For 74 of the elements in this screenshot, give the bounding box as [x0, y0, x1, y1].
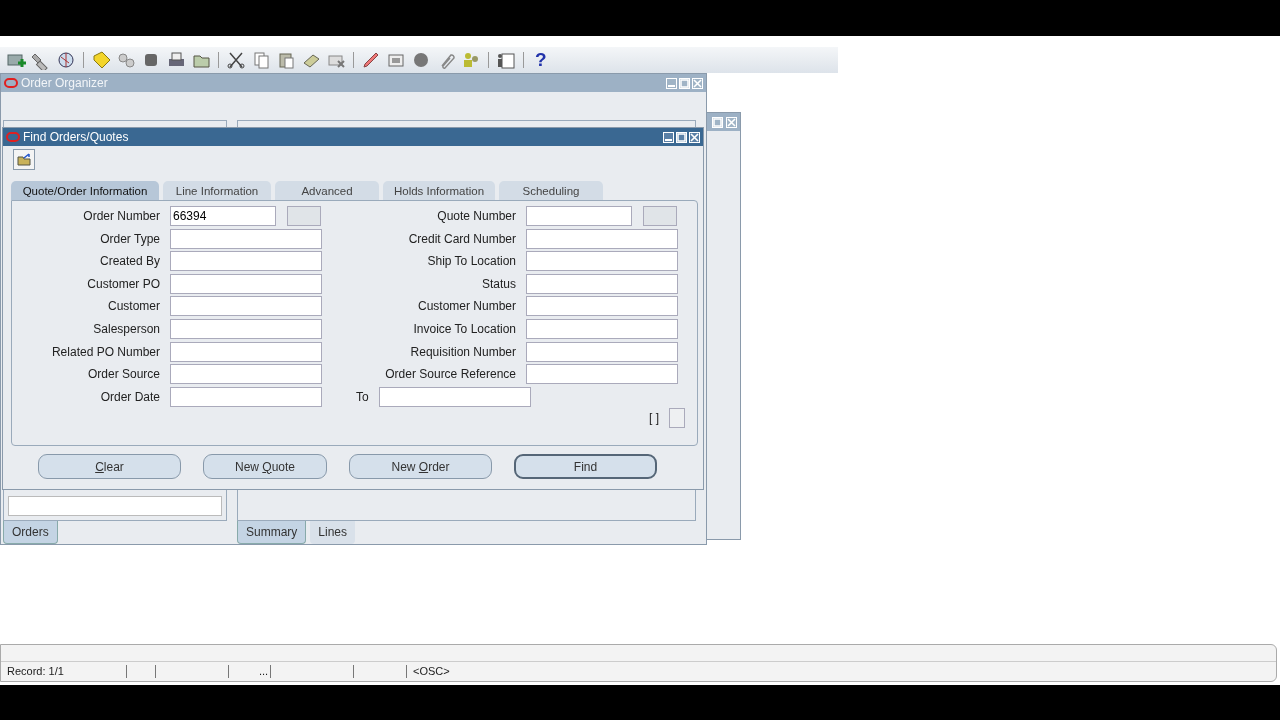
folder-icon[interactable] — [13, 149, 35, 170]
maximize-button[interactable] — [676, 131, 687, 143]
checkbox[interactable] — [669, 408, 685, 428]
field-label: Order Date — [99, 389, 160, 404]
logo-icon — [6, 132, 20, 142]
window-title: Order Organizer — [21, 76, 109, 90]
field-label: Requisition Number — [409, 344, 516, 359]
text-field[interactable] — [170, 251, 322, 272]
text-field[interactable] — [526, 251, 678, 272]
tab[interactable]: Orders — [3, 521, 58, 544]
people-icon[interactable] — [461, 50, 481, 70]
help-button[interactable]: ? — [531, 50, 551, 70]
text-field[interactable] — [526, 206, 632, 226]
window-title: Find Orders/Quotes — [23, 130, 130, 144]
logo-icon — [4, 78, 18, 88]
text-field[interactable] — [526, 228, 678, 249]
text-field[interactable] — [170, 386, 322, 407]
window-icon[interactable] — [496, 50, 516, 70]
field-label: Created By — [98, 254, 160, 269]
field-label: Order Type — [99, 231, 160, 246]
field-label: Order Source — [86, 367, 160, 382]
text-field[interactable] — [526, 318, 678, 339]
text-field[interactable] — [170, 228, 322, 249]
pencil-icon[interactable] — [361, 50, 381, 70]
field-label: Order Number — [82, 209, 160, 223]
field-label: Invoice To Location — [412, 321, 516, 336]
close-button[interactable] — [689, 131, 700, 143]
status-text: <OSC> — [412, 664, 451, 678]
field-label: Customer — [107, 299, 160, 314]
text-field[interactable] — [170, 341, 322, 362]
text-field[interactable] — [378, 386, 531, 407]
text-field[interactable] — [526, 273, 678, 294]
field-label: Ship To Location — [426, 254, 516, 269]
lov-box[interactable] — [643, 206, 677, 226]
text-field[interactable]: 66394 — [170, 206, 276, 226]
text-field[interactable] — [526, 296, 678, 317]
field-label: Status — [480, 276, 516, 291]
tab[interactable]: Scheduling — [499, 181, 603, 200]
field-label: Customer PO — [86, 276, 160, 291]
text-field[interactable] — [170, 364, 322, 385]
minimize-button[interactable] — [663, 131, 674, 143]
action-button[interactable]: Find — [514, 454, 657, 479]
field-label: Customer Number — [416, 299, 516, 314]
field-label: Credit Card Number — [407, 231, 516, 246]
text-field[interactable] — [170, 296, 322, 317]
lov-box[interactable] — [287, 206, 321, 226]
scissors-icon[interactable] — [226, 50, 246, 70]
field-label: Order Source Reference — [384, 367, 516, 382]
field-label: Salesperson — [92, 321, 160, 336]
status-text: ... — [253, 664, 271, 678]
ball-icon[interactable] — [411, 50, 431, 70]
globe-icon[interactable] — [56, 50, 76, 70]
tab[interactable]: Line Information — [163, 181, 271, 200]
tab[interactable]: Summary — [237, 521, 307, 544]
action-button[interactable]: New Order — [349, 454, 492, 479]
list-field[interactable] — [8, 496, 222, 516]
tab[interactable]: Quote/Order Information — [11, 181, 159, 200]
field-label: To — [356, 389, 369, 404]
copy-icon[interactable] — [251, 50, 271, 70]
paste-icon[interactable] — [276, 50, 296, 70]
text-field[interactable] — [170, 273, 322, 294]
field-label: Related PO Number — [50, 344, 160, 359]
tab[interactable]: Lines — [310, 521, 356, 544]
tab[interactable]: Advanced — [275, 181, 379, 200]
text-field[interactable] — [170, 318, 322, 339]
action-button[interactable]: New Quote — [203, 454, 327, 479]
tab[interactable]: Holds Information — [383, 181, 495, 200]
text-field[interactable] — [526, 364, 678, 385]
text-field[interactable] — [526, 341, 678, 362]
floppy-icon[interactable] — [91, 50, 111, 70]
action-button[interactable]: Clear — [38, 454, 181, 479]
field-label: Quote Number — [436, 209, 516, 223]
bracket-label: [ ] — [649, 411, 659, 425]
status-text: Record: 1/1 — [1, 664, 127, 678]
